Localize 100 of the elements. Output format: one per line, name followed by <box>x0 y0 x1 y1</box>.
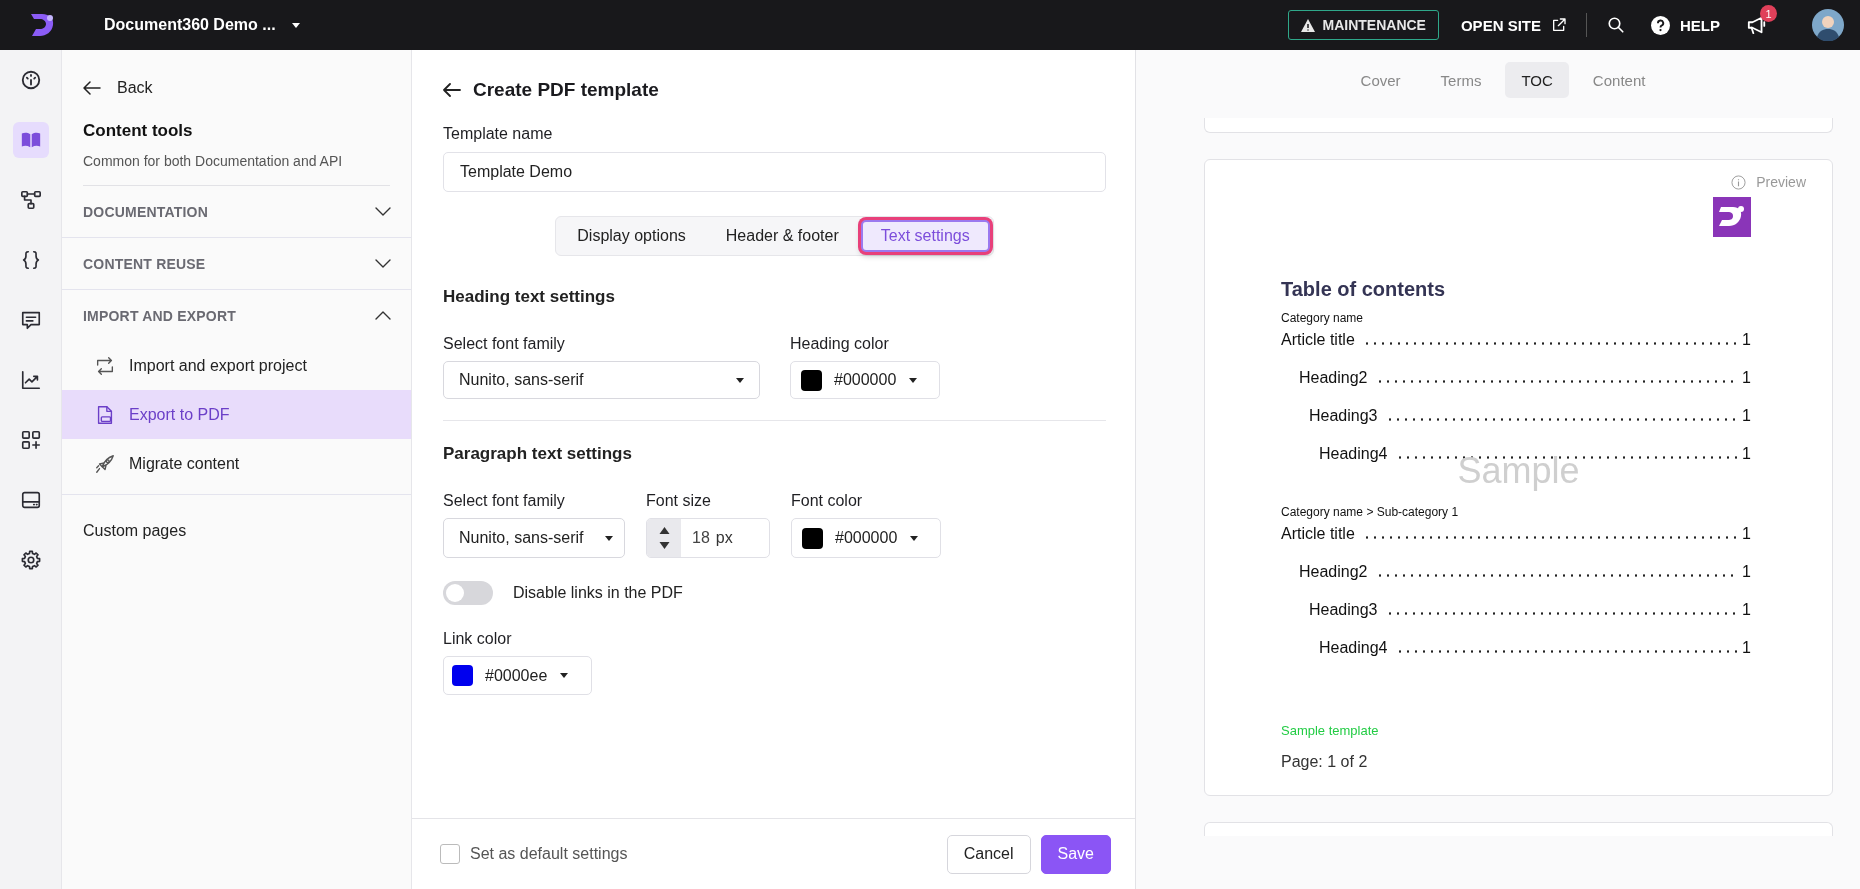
checkbox[interactable] <box>440 844 460 864</box>
comment-icon <box>19 309 42 331</box>
color-picker[interactable]: #0000ee <box>443 656 592 695</box>
back-arrow-icon <box>443 83 461 97</box>
chevron-down-icon <box>375 207 391 216</box>
megaphone-icon <box>1746 15 1768 35</box>
external-link-icon <box>1551 17 1567 33</box>
open-site-link[interactable]: OPEN SITE <box>1460 16 1567 34</box>
transfer-icon <box>94 354 116 377</box>
toc-entry: Heading3 <box>1309 407 1378 425</box>
caret-icon <box>604 534 614 542</box>
info-icon <box>1731 174 1747 190</box>
help-link[interactable]: HELP <box>1651 15 1720 35</box>
field-label: Heading color <box>790 334 890 354</box>
color-value: #0000ee <box>485 666 548 685</box>
tab[interactable]: Cover <box>1344 62 1417 98</box>
field-label: Link color <box>443 629 513 649</box>
maintenance-button[interactable]: MAINTENANCE <box>1287 10 1439 40</box>
preview-label: Preview <box>1756 174 1806 190</box>
caret-icon <box>559 672 570 679</box>
tab[interactable]: Display options <box>559 220 704 252</box>
section-title: Heading text settings <box>443 286 616 308</box>
tab[interactable]: Text settings <box>860 220 990 252</box>
toc-entry: Heading3 <box>1309 601 1378 619</box>
field-label: Template name <box>443 124 554 144</box>
chevron-down-icon <box>375 259 391 268</box>
page-number: 1 <box>1742 445 1751 463</box>
page-number: 1 <box>1742 639 1751 657</box>
panel-subtitle: Common for both Documentation and API <box>83 153 390 186</box>
caret-icon <box>909 534 920 542</box>
tab[interactable]: Terms <box>1424 62 1498 98</box>
field-label: Select font family <box>443 334 566 354</box>
warning-icon <box>1300 18 1315 32</box>
toc-entry: Heading4 <box>1319 445 1388 463</box>
settings-icon <box>19 549 42 571</box>
size-value: 18 <box>692 529 710 547</box>
template-name-field[interactable]: Template Demo <box>443 152 1106 192</box>
toc-entry: Heading2 <box>1299 563 1368 581</box>
line-chart-icon <box>19 369 42 391</box>
help-icon <box>1651 15 1670 35</box>
project-selector[interactable]: Document360 Demo ... <box>104 16 301 34</box>
color-picker[interactable]: #000000 <box>790 361 940 399</box>
menu-item[interactable]: Custom pages <box>83 522 411 540</box>
unit-label: px <box>715 529 733 547</box>
color-value: #000000 <box>834 371 897 389</box>
section-title: Paragraph text settings <box>443 443 633 465</box>
cancel-button[interactable]: Cancel <box>946 834 1031 874</box>
back-arrow-icon <box>83 81 101 95</box>
field-label: Select font family <box>443 491 566 511</box>
company-logo-icon <box>1713 197 1751 237</box>
tab[interactable]: Content <box>1576 62 1662 98</box>
page-number: 1 <box>1742 331 1751 349</box>
toggle-label: Disable links in the PDF <box>513 584 683 602</box>
toc-entry: Heading4 <box>1319 639 1388 657</box>
section-header[interactable]: CONTENT REUSE <box>62 238 411 289</box>
up-triangle-icon <box>658 527 670 534</box>
toc-entry: Article title <box>1281 525 1355 543</box>
save-button[interactable]: Save <box>1040 834 1111 874</box>
toc-heading: Table of contents <box>1281 278 1447 301</box>
field-label: Font size <box>646 491 712 511</box>
avatar <box>1812 9 1844 41</box>
caret-icon <box>735 376 745 384</box>
search-button[interactable] <box>1607 16 1625 34</box>
section-header[interactable]: DOCUMENTATION <box>62 186 411 237</box>
page-number: 1 <box>1742 407 1751 425</box>
toggle-switch[interactable] <box>443 581 493 605</box>
announcements-button[interactable] <box>1746 15 1768 35</box>
panel-title: Content tools <box>83 121 194 141</box>
menu-item[interactable]: Import and export project <box>62 341 411 390</box>
footer-text: Sample template <box>1281 723 1380 738</box>
font-family-select[interactable]: Nunito, sans-serif <box>443 518 625 558</box>
notification-count: 1 <box>1760 5 1777 22</box>
gauge-icon <box>19 69 42 91</box>
page-title: Create PDF template <box>473 79 659 101</box>
chevron-up-icon <box>375 311 391 320</box>
menu-item[interactable]: Export to PDF <box>62 390 411 439</box>
toc-entry: Heading2 <box>1299 369 1368 387</box>
menu-item[interactable]: Migrate content <box>62 439 411 488</box>
font-family-select[interactable]: Nunito, sans-serif <box>443 361 760 399</box>
tab[interactable]: TOC <box>1505 62 1569 98</box>
storage-icon <box>19 489 42 511</box>
toc-entry: Article title <box>1281 331 1355 349</box>
down-triangle-icon <box>658 542 670 549</box>
color-picker[interactable]: #000000 <box>791 518 941 558</box>
checkbox-label: Set as default settings <box>470 845 628 863</box>
stepper[interactable] <box>647 519 681 557</box>
page-number: 1 <box>1742 525 1751 543</box>
tab[interactable]: Header & footer <box>707 220 857 252</box>
watermark-text: Sample <box>1457 450 1580 492</box>
field-label: Font color <box>791 491 864 511</box>
category-name: Category name <box>1281 311 1365 325</box>
back-link[interactable]: Back <box>83 74 411 102</box>
page-number: 1 <box>1742 563 1751 581</box>
back-button[interactable] <box>443 83 461 97</box>
caret-icon <box>908 376 919 384</box>
page-number: 1 <box>1742 369 1751 387</box>
font-size-field[interactable]: 18 px <box>646 518 770 558</box>
section-header[interactable]: IMPORT AND EXPORT <box>62 290 411 341</box>
rocket-icon <box>94 452 116 475</box>
page-counter: Page: 1 of 2 <box>1281 753 1369 771</box>
